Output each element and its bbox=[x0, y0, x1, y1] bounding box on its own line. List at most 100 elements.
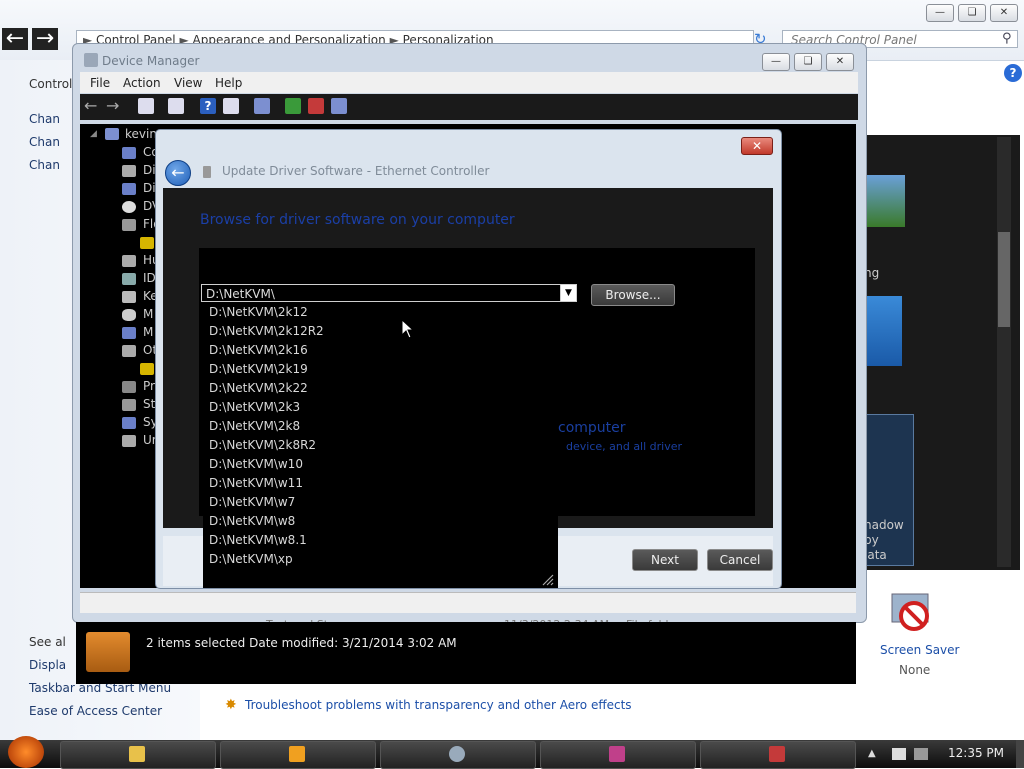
computer-icon bbox=[105, 128, 119, 140]
minimize-button[interactable]: — bbox=[926, 4, 954, 22]
next-button[interactable]: Next bbox=[632, 549, 698, 571]
sidebar-link-ease-of-access[interactable]: Ease of Access Center bbox=[29, 704, 162, 718]
sidebar-link[interactable]: Chan bbox=[29, 112, 60, 126]
back-arrow-icon[interactable]: ← bbox=[2, 28, 28, 50]
suggestion-item[interactable]: D:\NetKVM\2k3 bbox=[209, 400, 300, 414]
device-manager-icon bbox=[769, 746, 785, 762]
menu-help[interactable]: Help bbox=[215, 76, 242, 90]
suggestion-item[interactable]: D:\NetKVM\2k8R2 bbox=[209, 438, 316, 452]
suggestion-item[interactable]: D:\NetKVM\2k12R2 bbox=[209, 324, 324, 338]
tree-item[interactable]: M bbox=[143, 325, 153, 339]
volume-icon[interactable] bbox=[914, 748, 928, 760]
suggestion-item[interactable]: D:\NetKVM\w11 bbox=[209, 476, 303, 490]
back-arrow-icon[interactable]: ← bbox=[84, 98, 100, 114]
device-manager-icon bbox=[84, 53, 98, 67]
enable-device-icon[interactable] bbox=[331, 98, 347, 114]
processor-icon bbox=[122, 381, 136, 393]
tree-item[interactable]: M bbox=[143, 307, 153, 321]
taskbar-item-app[interactable] bbox=[540, 741, 696, 769]
sidebar-link[interactable]: Chan bbox=[29, 158, 60, 172]
suggestion-item[interactable]: D:\NetKVM\2k22 bbox=[209, 381, 308, 395]
clock[interactable]: 12:35 PM bbox=[948, 746, 1004, 760]
close-button[interactable]: ✕ bbox=[990, 4, 1018, 22]
screen-saver-icon[interactable] bbox=[888, 588, 936, 636]
update-driver-icon[interactable] bbox=[285, 98, 301, 114]
suggestion-item[interactable]: D:\NetKVM\2k16 bbox=[209, 343, 308, 357]
suggestion-item[interactable]: D:\NetKVM\2k12 bbox=[209, 305, 308, 319]
help-icon[interactable]: ? bbox=[1004, 64, 1022, 82]
maximize-button[interactable]: ❏ bbox=[958, 4, 986, 22]
dm-close-button[interactable]: ✕ bbox=[826, 53, 854, 71]
cancel-button[interactable]: Cancel bbox=[707, 549, 773, 571]
mouse-cursor-icon bbox=[402, 320, 414, 339]
collapse-icon[interactable]: ◢ bbox=[90, 129, 97, 139]
theme-scrollbar[interactable] bbox=[997, 137, 1011, 567]
theme-thumbnail[interactable] bbox=[862, 296, 902, 366]
action-center-icon[interactable] bbox=[892, 748, 906, 760]
network-adapter-icon bbox=[203, 166, 211, 178]
search-icon[interactable]: ⚲ bbox=[1002, 31, 1012, 46]
suggestion-item[interactable]: D:\NetKVM\w8.1 bbox=[209, 533, 307, 547]
device-category-icon bbox=[122, 345, 136, 357]
keyboard-icon bbox=[122, 291, 136, 303]
menu-view[interactable]: View bbox=[174, 76, 202, 90]
tree-item[interactable]: Di bbox=[143, 163, 156, 177]
monitor-icon bbox=[122, 327, 136, 339]
chevron-down-icon[interactable]: ▼ bbox=[560, 284, 577, 302]
suggestion-item[interactable]: D:\NetKVM\2k8 bbox=[209, 419, 300, 433]
taskbar-item-control-panel[interactable] bbox=[380, 741, 536, 769]
option-title[interactable]: computer bbox=[558, 420, 626, 436]
forward-arrow-icon[interactable]: → bbox=[106, 98, 122, 114]
dm-maximize-button[interactable]: ❏ bbox=[794, 53, 822, 71]
status-bar bbox=[80, 592, 856, 613]
theme-thumbnail[interactable] bbox=[865, 175, 905, 227]
menu-action[interactable]: Action bbox=[123, 76, 161, 90]
device-category-icon bbox=[122, 165, 136, 177]
explorer-details-pane bbox=[76, 622, 856, 684]
suggestion-item[interactable]: D:\NetKVM\w7 bbox=[209, 495, 295, 509]
show-desktop-button[interactable] bbox=[1016, 740, 1024, 768]
warning-icon bbox=[140, 237, 154, 249]
storage-icon bbox=[122, 399, 136, 411]
app-icon bbox=[609, 746, 625, 762]
dialog-close-button[interactable]: ✕ bbox=[741, 137, 773, 155]
back-button[interactable]: ← bbox=[165, 160, 191, 186]
resize-grip-icon[interactable] bbox=[540, 572, 554, 586]
taskbar-item-explorer[interactable] bbox=[60, 741, 216, 769]
uninstall-icon[interactable] bbox=[308, 98, 324, 114]
screen-saver-link[interactable]: Screen Saver bbox=[880, 643, 959, 657]
scrollbar-thumb[interactable] bbox=[998, 232, 1010, 327]
dvd-icon bbox=[122, 201, 136, 213]
suggestion-item[interactable]: D:\NetKVM\w8 bbox=[209, 514, 295, 528]
show-hide-tree-icon[interactable] bbox=[138, 98, 154, 114]
option-description: device, and all driver bbox=[566, 440, 683, 453]
show-hidden-icons[interactable]: ▲ bbox=[868, 748, 876, 759]
tree-item[interactable]: ID bbox=[143, 271, 156, 285]
suggestion-item[interactable]: D:\NetKVM\2k19 bbox=[209, 362, 308, 376]
tree-item[interactable]: Pr bbox=[143, 379, 155, 393]
help-icon[interactable]: ? bbox=[200, 98, 216, 114]
warning-icon bbox=[140, 363, 154, 375]
scan-hardware-icon[interactable] bbox=[254, 98, 270, 114]
tree-item[interactable]: St bbox=[143, 397, 155, 411]
troubleshoot-link[interactable]: Troubleshoot problems with transparency … bbox=[245, 698, 632, 712]
taskbar-item-device-manager[interactable] bbox=[700, 741, 856, 769]
driver-path-input[interactable]: D:\NetKVM\ bbox=[201, 284, 561, 302]
sidebar-link[interactable]: Chan bbox=[29, 135, 60, 149]
forward-arrow-icon[interactable]: → bbox=[32, 28, 58, 50]
suggestion-item[interactable]: D:\NetKVM\w10 bbox=[209, 457, 303, 471]
sidebar-link-display[interactable]: Displa bbox=[29, 658, 66, 672]
device-category-icon bbox=[122, 273, 136, 285]
selection-details: 2 items selected Date modified: 3/21/201… bbox=[146, 636, 457, 650]
properties-icon[interactable] bbox=[168, 98, 184, 114]
device-manager-title: Device Manager bbox=[102, 54, 200, 68]
taskbar-item-media[interactable] bbox=[220, 741, 376, 769]
tree-item[interactable]: Di bbox=[143, 181, 156, 195]
dm-minimize-button[interactable]: — bbox=[762, 53, 790, 71]
details-icon[interactable] bbox=[223, 98, 239, 114]
menu-file[interactable]: File bbox=[90, 76, 110, 90]
browse-button[interactable]: Browse... bbox=[591, 284, 675, 306]
suggestion-item[interactable]: D:\NetKVM\xp bbox=[209, 552, 293, 566]
start-button[interactable] bbox=[8, 736, 44, 768]
control-panel-icon bbox=[449, 746, 465, 762]
